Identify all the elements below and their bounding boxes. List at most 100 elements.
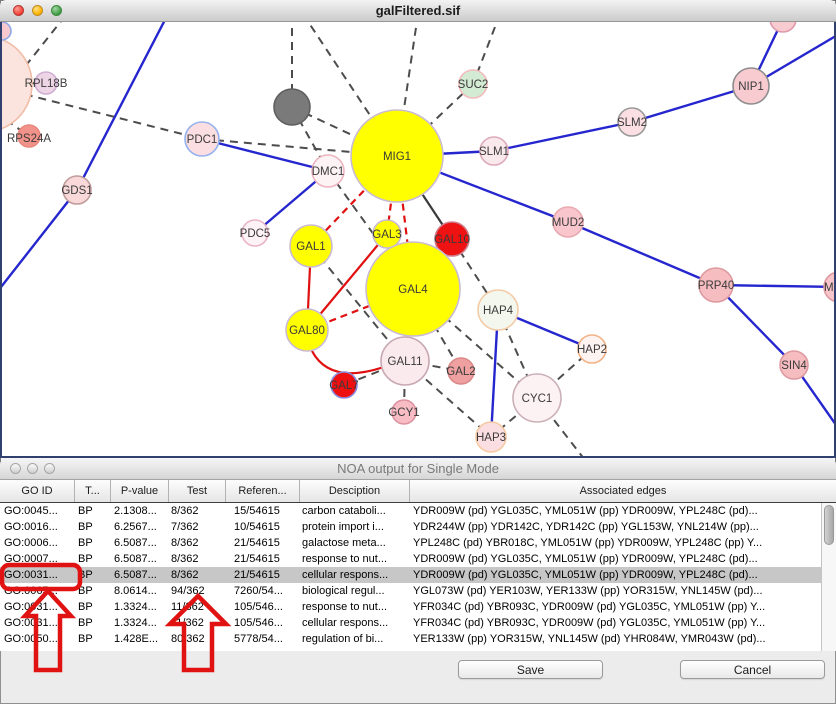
network-canvas[interactable]: RPL18BRPS24AGDS1PDC1DMC1MIG1SUC2SLM1SLM2…	[0, 22, 836, 458]
cell-description: protein import i...	[300, 519, 410, 535]
column-header-t-[interactable]: T...	[75, 480, 111, 502]
save-button[interactable]: Save	[458, 660, 603, 679]
node-SLM2[interactable]	[618, 108, 646, 136]
noa-titlebar[interactable]: NOA output for Single Mode	[0, 458, 836, 480]
table-row[interactable]: GO:0050...BP1.428E...80/3625778/54...reg…	[0, 631, 821, 647]
node-PDC5[interactable]	[242, 220, 268, 246]
network-edge	[568, 222, 716, 285]
node-GAL2[interactable]	[448, 358, 474, 384]
cell-test: 11/362	[169, 599, 226, 615]
node-GAL1[interactable]	[290, 225, 332, 267]
cell-description: regulation of bi...	[300, 631, 410, 647]
node-MUD2[interactable]	[553, 207, 583, 237]
node-GAL11[interactable]	[381, 337, 429, 385]
cell-description: cellular respons...	[300, 615, 410, 631]
node-GAL3[interactable]	[373, 220, 401, 248]
cell-p-value: 6.5087...	[111, 535, 169, 551]
window-titlebar[interactable]: galFiltered.sif	[0, 0, 836, 22]
node-CYC1[interactable]	[513, 374, 561, 422]
cell-p-value: 6.5087...	[111, 551, 169, 567]
cell-associated-edges: YDR009W (pd) YGL035C, YML051W (pp) YDR00…	[410, 567, 821, 583]
node-GAL80[interactable]	[286, 309, 328, 351]
node-SIN4[interactable]	[780, 351, 808, 379]
cell-test: 8/362	[169, 551, 226, 567]
node-PDC1[interactable]	[185, 122, 219, 156]
node-MSL1[interactable]	[824, 272, 836, 302]
node-GCY1[interactable]	[392, 400, 416, 424]
node-PRP40[interactable]	[699, 268, 733, 302]
noa-window-title: NOA output for Single Mode	[0, 458, 836, 480]
cell-go-id: GO:0016...	[0, 519, 75, 535]
column-header-go-id[interactable]: GO ID	[0, 480, 75, 502]
cell-associated-edges: YDR009W (pd) YGL035C, YML051W (pp) YDR00…	[410, 503, 821, 519]
cell-go-id: GO:0031...	[0, 599, 75, 615]
table-row[interactable]: GO:0031...BP6.5087...8/36221/54615cellul…	[0, 567, 821, 583]
network-edge	[0, 190, 77, 296]
column-header-associated-edges[interactable]: Associated edges	[410, 480, 836, 502]
cell-type: BP	[75, 567, 111, 583]
cell-type: BP	[75, 551, 111, 567]
table-row[interactable]: GO:0045...BP2.1308...8/36215/54615carbon…	[0, 503, 821, 519]
column-header-p-value[interactable]: P-value	[111, 480, 169, 502]
cell-type: BP	[75, 583, 111, 599]
table-row[interactable]: GO:0006...BP6.5087...8/36221/54615galact…	[0, 535, 821, 551]
column-header-referen-[interactable]: Referen...	[226, 480, 300, 502]
cell-associated-edges: YFR034C (pd) YBR093C, YDR009W (pd) YGL03…	[410, 599, 821, 615]
cell-go-id: GO:0031...	[0, 615, 75, 631]
cell-test: 94/362	[169, 583, 226, 599]
node-RPS24A[interactable]	[18, 125, 40, 147]
node-HAP2[interactable]	[578, 335, 606, 363]
cell-test: 80/362	[169, 631, 226, 647]
scrollbar-track[interactable]	[821, 503, 836, 651]
network-graph[interactable]: RPL18BRPS24AGDS1PDC1DMC1MIG1SUC2SLM1SLM2…	[0, 22, 836, 458]
cell-reference: 21/54615	[226, 567, 300, 583]
cell-reference: 105/546...	[226, 599, 300, 615]
node-GAL4[interactable]	[366, 242, 460, 336]
scrollbar-thumb[interactable]	[824, 505, 834, 545]
cell-test: 8/362	[169, 535, 226, 551]
node-cornernode[interactable]	[0, 22, 11, 40]
cell-description: response to nut...	[300, 551, 410, 567]
node-SLM1[interactable]	[480, 137, 508, 165]
cell-associated-edges: YPL248C (pd) YBR018C, YML051W (pp) YDR00…	[410, 535, 821, 551]
cell-test: 8/362	[169, 503, 226, 519]
node-DMC1[interactable]	[312, 155, 344, 187]
cell-type: BP	[75, 599, 111, 615]
network-edge	[494, 122, 632, 151]
cancel-button[interactable]: Cancel	[680, 660, 825, 679]
node-HAP3[interactable]	[476, 422, 506, 452]
node-topright[interactable]	[770, 22, 796, 32]
node-GAL7[interactable]	[331, 372, 357, 398]
cell-associated-edges: YFR034C (pd) YBR093C, YDR009W (pd) YGL03…	[410, 615, 821, 631]
node-RPL18B[interactable]	[35, 72, 57, 94]
table-row[interactable]: GO:0016...BP6.2567...7/36210/54615protei…	[0, 519, 821, 535]
node-GDS1[interactable]	[63, 176, 91, 204]
cell-p-value: 2.1308...	[111, 503, 169, 519]
network-edge	[716, 285, 836, 287]
cell-associated-edges: YDR244W (pp) YDR142C, YDR142C (pp) YGL15…	[410, 519, 821, 535]
table-row[interactable]: GO:0007...BP6.5087...8/36221/54615respon…	[0, 551, 821, 567]
cell-description: cellular respons...	[300, 567, 410, 583]
node-NIP1[interactable]	[733, 68, 769, 104]
node-MIG1[interactable]	[351, 110, 443, 202]
node-bigpink[interactable]	[0, 36, 32, 132]
node-graynode[interactable]	[274, 89, 310, 125]
cell-reference: 10/54615	[226, 519, 300, 535]
column-header-test[interactable]: Test	[169, 480, 226, 502]
network-edge	[77, 22, 168, 190]
column-header-desciption[interactable]: Desciption	[300, 480, 410, 502]
cell-p-value: 1.3324...	[111, 615, 169, 631]
table-row[interactable]: GO:0031...BP1.3324...11/362105/546...cel…	[0, 615, 821, 631]
table-row[interactable]: GO:0065...BP8.0614...94/3627260/54...bio…	[0, 583, 821, 599]
cell-associated-edges: YGL073W (pd) YER103W, YER133W (pp) YOR31…	[410, 583, 821, 599]
cell-type: BP	[75, 503, 111, 519]
cell-p-value: 1.428E...	[111, 631, 169, 647]
cell-type: BP	[75, 615, 111, 631]
cell-reference: 7260/54...	[226, 583, 300, 599]
node-SUC2[interactable]	[459, 70, 487, 98]
cell-description: galactose meta...	[300, 535, 410, 551]
cell-test: 7/362	[169, 519, 226, 535]
node-HAP4[interactable]	[478, 290, 518, 330]
table-row[interactable]: GO:0031...BP1.3324...11/362105/546...res…	[0, 599, 821, 615]
table-header-row: GO IDT...P-valueTestReferen...Desciption…	[0, 480, 836, 503]
